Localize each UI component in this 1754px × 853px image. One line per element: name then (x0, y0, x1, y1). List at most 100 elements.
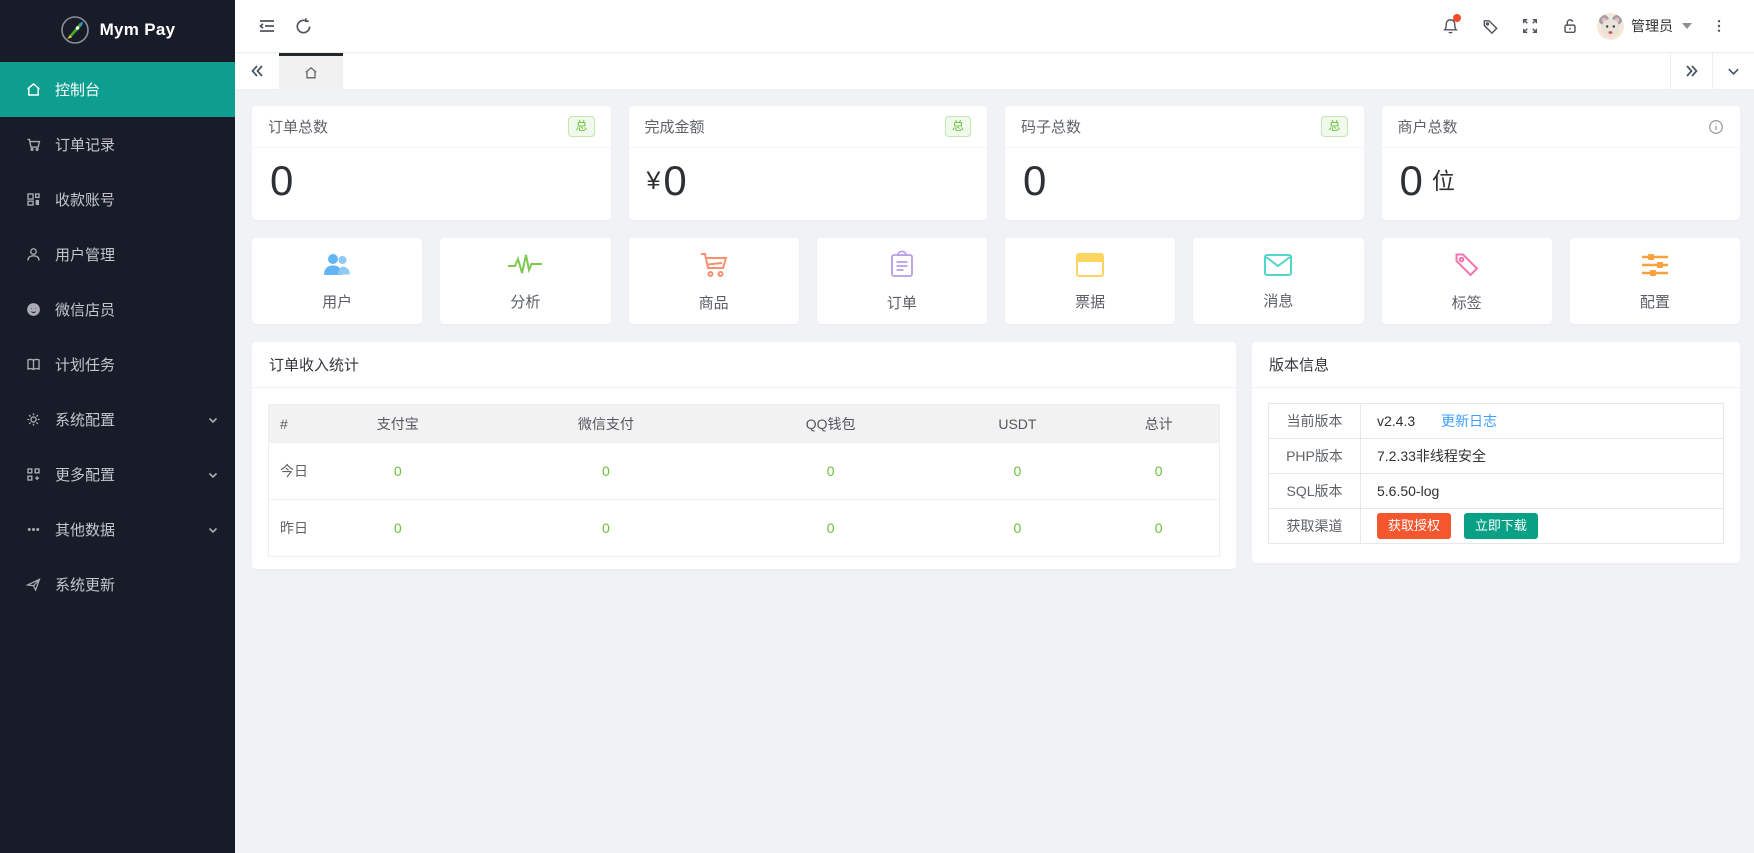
lock-icon[interactable] (1553, 9, 1587, 43)
stat-card-completed-amount: 完成金额 总 ¥ 0 (629, 106, 988, 220)
main-column: 管理员 订单总数 总 (235, 0, 1754, 853)
user-icon (25, 246, 42, 263)
version-panel-title: 版本信息 (1252, 342, 1740, 388)
shortcut-users[interactable]: 用户 (252, 238, 422, 324)
home-icon (25, 81, 42, 98)
chevron-down-icon (207, 469, 219, 481)
shortcut-config[interactable]: 配置 (1570, 238, 1740, 324)
column-header: # (269, 405, 309, 443)
column-header: 微信支付 (487, 405, 725, 443)
stat-value: 0 (1400, 160, 1423, 202)
sidebar-item-orders[interactable]: 订单记录 (0, 117, 235, 172)
info-icon[interactable] (1708, 119, 1724, 135)
download-now-button[interactable]: 立即下载 (1464, 513, 1538, 539)
user-menu[interactable]: 管理员 (1593, 13, 1696, 40)
shortcut-analytics[interactable]: 分析 (440, 238, 610, 324)
total-badge: 总 (1321, 116, 1347, 136)
get-authorization-button[interactable]: 获取授权 (1377, 513, 1451, 539)
shortcut-label: 配置 (1640, 291, 1670, 312)
top-bar: 管理员 (235, 0, 1754, 52)
changelog-link[interactable]: 更新日志 (1441, 413, 1497, 429)
version-row-channel: 获取渠道 获取授权 立即下载 (1269, 509, 1724, 544)
tabs-scroll-right-button[interactable] (1670, 53, 1712, 89)
shortcut-messages[interactable]: 消息 (1193, 238, 1363, 324)
tabs-scroll-left-button[interactable] (235, 53, 279, 89)
message-icon (1262, 252, 1294, 283)
panels-row: 订单收入统计 # 支付宝 微信支付 QQ钱包 USDT 总计 (252, 342, 1740, 569)
sidebar-item-console[interactable]: 控制台 (0, 62, 235, 117)
cell-value: 0 (725, 443, 937, 500)
stat-label: 码子总数 (1021, 116, 1081, 137)
cell-value: 0 (487, 443, 725, 500)
shortcut-goods[interactable]: 商品 (629, 238, 799, 324)
chevron-down-icon (207, 414, 219, 426)
brand-name: Mym Pay (100, 20, 176, 40)
sql-version-value: 5.6.50-log (1361, 474, 1724, 509)
stat-card-merchant-total: 商户总数 0 位 (1382, 106, 1741, 220)
sidebar-item-label: 更多配置 (55, 464, 115, 485)
grid-icon (25, 466, 42, 483)
stat-label: 订单总数 (268, 116, 328, 137)
tag-icon[interactable] (1473, 9, 1507, 43)
stat-value: 0 (1023, 160, 1046, 202)
gear-icon (25, 411, 42, 428)
more-options-icon[interactable] (1702, 9, 1736, 43)
fullscreen-icon[interactable] (1513, 9, 1547, 43)
cell-value: 0 (936, 500, 1098, 557)
income-table: # 支付宝 微信支付 QQ钱包 USDT 总计 今日 0 (268, 404, 1220, 557)
shortcuts-row: 用户 分析 商品 订单 (252, 238, 1740, 324)
sidebar-item-label: 收款账号 (55, 189, 115, 210)
sidebar-item-label: 用户管理 (55, 244, 115, 265)
stat-value: 0 (270, 160, 293, 202)
version-row-label: 获取渠道 (1269, 509, 1361, 544)
stat-card-code-total: 码子总数 总 0 (1005, 106, 1364, 220)
stat-cards-row: 订单总数 总 0 完成金额 总 ¥ 0 码子总数 总 (252, 106, 1740, 220)
sidebar-item-wechat-staff[interactable]: 微信店员 (0, 282, 235, 337)
ellipsis-icon (25, 521, 42, 538)
current-version-value: v2.4.3 (1377, 413, 1415, 429)
notifications-bell-icon[interactable] (1433, 9, 1467, 43)
stat-label: 商户总数 (1398, 116, 1458, 137)
sidebar-item-label: 订单记录 (55, 134, 115, 155)
stat-card-order-total: 订单总数 总 0 (252, 106, 611, 220)
chevron-down-icon (207, 524, 219, 536)
sidebar-item-label: 其他数据 (55, 519, 115, 540)
stat-value: 0 (663, 160, 686, 202)
version-row-current: 当前版本 v2.4.3 更新日志 (1269, 404, 1724, 439)
brand-logo: Mym Pay (0, 0, 235, 60)
column-header: 支付宝 (309, 405, 487, 443)
sidebar-item-more-config[interactable]: 更多配置 (0, 447, 235, 502)
currency-prefix: ¥ (647, 169, 661, 194)
shortcut-bills[interactable]: 票据 (1005, 238, 1175, 324)
tab-bar-spacer (343, 53, 1670, 89)
column-header: USDT (936, 405, 1098, 443)
sidebar-item-tasks[interactable]: 计划任务 (0, 337, 235, 392)
shortcut-orders[interactable]: 订单 (817, 238, 987, 324)
column-header: QQ钱包 (725, 405, 937, 443)
income-statistics-panel: 订单收入统计 # 支付宝 微信支付 QQ钱包 USDT 总计 (252, 342, 1236, 569)
tabs-menu-button[interactable] (1712, 53, 1754, 89)
sidebar-item-label: 系统更新 (55, 574, 115, 595)
cell-value: 0 (936, 443, 1098, 500)
income-table-header-row: # 支付宝 微信支付 QQ钱包 USDT 总计 (269, 405, 1220, 443)
shortcut-tags[interactable]: 标签 (1382, 238, 1552, 324)
collapse-sidebar-icon[interactable] (249, 8, 285, 44)
shortcut-label: 订单 (887, 292, 917, 313)
sidebar-item-system-update[interactable]: 系统更新 (0, 557, 235, 612)
sidebar-item-other-data[interactable]: 其他数据 (0, 502, 235, 557)
sidebar-item-accounts[interactable]: 收款账号 (0, 172, 235, 227)
sidebar-item-system-config[interactable]: 系统配置 (0, 392, 235, 447)
top-bar-actions: 管理员 (1433, 9, 1736, 43)
dashboard-content: 订单总数 总 0 完成金额 总 ¥ 0 码子总数 总 (235, 90, 1754, 853)
tab-home[interactable] (279, 53, 343, 89)
shortcut-label: 标签 (1452, 292, 1482, 313)
row-name: 昨日 (269, 500, 309, 557)
php-version-value: 7.2.33非线程安全 (1361, 439, 1724, 474)
version-row-sql: SQL版本 5.6.50-log (1269, 474, 1724, 509)
shortcut-label: 用户 (322, 291, 352, 312)
refresh-icon[interactable] (285, 8, 321, 44)
sidebar-item-users[interactable]: 用户管理 (0, 227, 235, 282)
income-panel-title: 订单收入统计 (252, 342, 1236, 388)
shortcut-label: 商品 (699, 292, 729, 313)
cell-value: 0 (725, 500, 937, 557)
